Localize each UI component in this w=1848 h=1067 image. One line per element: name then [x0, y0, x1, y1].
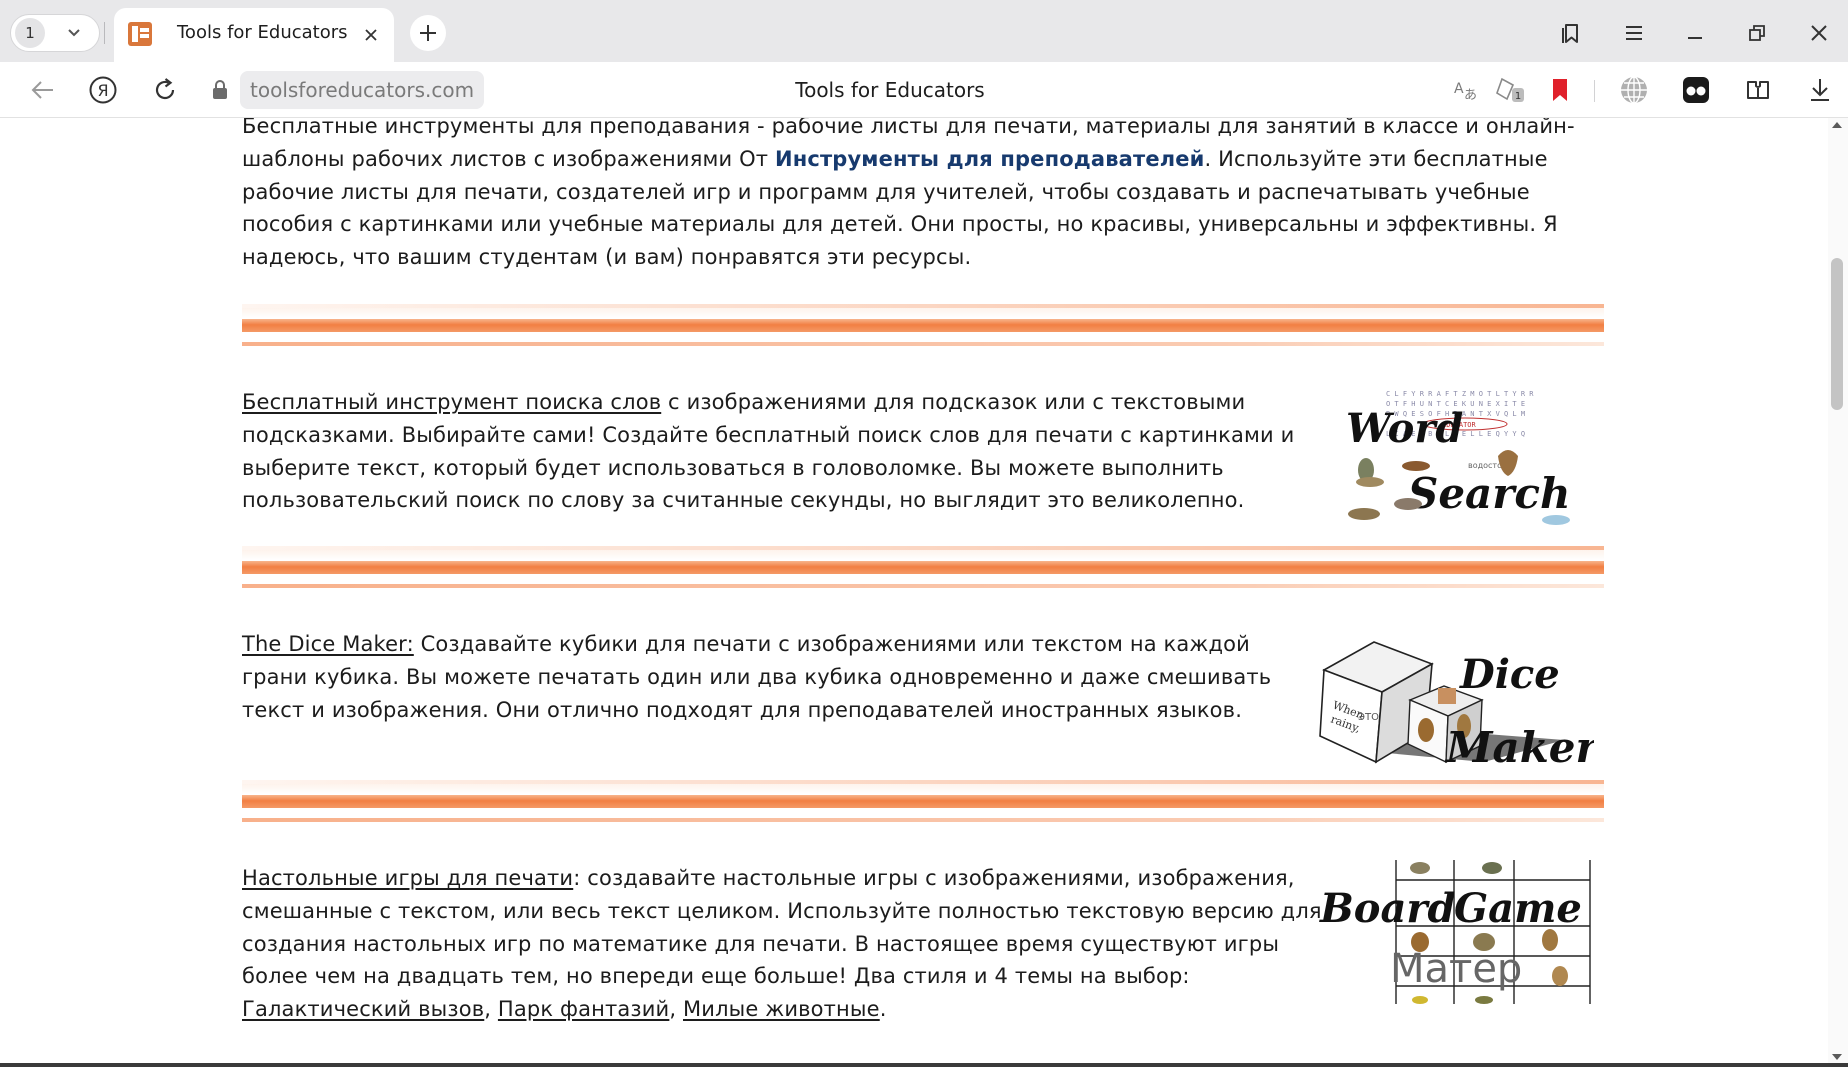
- yandex-logo-icon[interactable]: Я: [84, 71, 122, 109]
- dice-maker-image[interactable]: When rainy, ЭТО Dice Maker: [1314, 630, 1594, 778]
- dice-img-title-dice: Dice: [1459, 651, 1560, 698]
- word-search-img-title-word: Word: [1346, 405, 1463, 452]
- plus-icon[interactable]: [410, 15, 446, 51]
- theme-separator: ,: [484, 997, 498, 1022]
- word-search-paragraph: Бесплатный инструмент поиска слов с изоб…: [242, 386, 1322, 517]
- theme-separator: ,: [669, 997, 683, 1022]
- address-page-title[interactable]: Tools for Educators: [700, 62, 1080, 118]
- tab-title: Tools for Educators: [177, 22, 348, 43]
- globe-icon[interactable]: [1616, 72, 1652, 108]
- alice-icon[interactable]: [1678, 72, 1714, 108]
- board-img-title-game: Game: [1454, 885, 1582, 932]
- section-divider: [242, 304, 1604, 354]
- tab-count-badge[interactable]: 1: [15, 18, 45, 48]
- intro-line-1: Бесплатные инструменты для преподавания …: [242, 118, 1575, 138]
- scrollbar-thumb[interactable]: [1831, 258, 1843, 410]
- close-icon[interactable]: [1802, 16, 1836, 50]
- minimize-icon[interactable]: [1678, 16, 1712, 50]
- window-bottom-edge: [0, 1063, 1848, 1067]
- intro-line-2-start: шаблоны рабочих листов с изображениями О…: [242, 146, 775, 171]
- board-game-paragraph: Настольные игры для печати: создавайте н…: [242, 862, 1322, 1026]
- chevron-down-icon[interactable]: [59, 18, 89, 48]
- tab-counter[interactable]: 1: [10, 14, 100, 52]
- bookmarks-icon[interactable]: [1554, 16, 1588, 50]
- bookmark-icon[interactable]: [1542, 72, 1578, 108]
- intro-paragraph: Бесплатные инструменты для преподавания …: [242, 118, 1602, 274]
- lock-icon[interactable]: [208, 77, 232, 103]
- word-search-link[interactable]: Бесплатный инструмент поиска слов: [242, 390, 661, 414]
- dice-maker-paragraph: The Dice Maker: Создавайте кубики для пе…: [242, 628, 1322, 726]
- board-img-word-mater: Матер: [1390, 946, 1522, 992]
- scroll-down-arrow-icon[interactable]: [1832, 1054, 1842, 1060]
- hamburger-menu-icon[interactable]: [1617, 16, 1651, 50]
- intro-rest: рабочие листы для печати, создателей игр…: [242, 179, 1558, 270]
- extensions-icon[interactable]: [1740, 72, 1776, 108]
- svg-text:1: 1: [1515, 91, 1521, 102]
- intro-line-2-end: . Используйте эти бесплатные: [1204, 146, 1548, 171]
- svg-text:A: A: [1454, 81, 1464, 97]
- tab-separator: [104, 22, 105, 44]
- url-field[interactable]: toolsforeducators.com: [240, 71, 485, 109]
- section-divider: [242, 780, 1604, 830]
- section-divider: [242, 546, 1604, 596]
- translate-icon[interactable]: Aあ: [1448, 72, 1484, 108]
- word-search-image[interactable]: C L F Y R R A F T Z M O T L T Y R R O T …: [1338, 386, 1590, 532]
- svg-text:あ: あ: [1464, 88, 1477, 102]
- board-img-title-board: Board: [1319, 885, 1455, 932]
- tab-tools-for-educators[interactable]: Tools for Educators: [114, 8, 394, 62]
- toolbar-separator: [1594, 80, 1595, 102]
- page-content: Бесплатные инструменты для преподавания …: [8, 118, 1828, 1064]
- theme-link-fantasy-park[interactable]: Парк фантазий: [498, 997, 669, 1021]
- page-scrollbar[interactable]: [1828, 118, 1848, 1064]
- address-bar: Я toolsforeducators.com Tools for Educat…: [0, 62, 1848, 118]
- dice-maker-link[interactable]: The Dice Maker:: [242, 632, 414, 656]
- board-game-image[interactable]: Board Game Матер: [1314, 858, 1594, 1008]
- dice-img-title-maker: Maker: [1444, 723, 1594, 772]
- theme-link-cute-animals[interactable]: Милые животные: [683, 997, 880, 1021]
- theme-link-galactic[interactable]: Галактический вызов: [242, 997, 484, 1021]
- svg-text:C L F Y R R A F T Z M O T L T: C L F Y R R A F T Z M O T L T Y R R: [1386, 390, 1534, 398]
- close-icon[interactable]: [357, 21, 385, 49]
- tools-for-educators-link[interactable]: Инструменты для преподавателей: [775, 147, 1205, 171]
- word-search-img-title-search: Search: [1408, 469, 1571, 518]
- site-favicon-icon: [128, 22, 152, 46]
- tab-bar: 1 Tools for Educators: [0, 0, 1848, 62]
- scroll-up-arrow-icon[interactable]: [1832, 122, 1842, 128]
- restore-icon[interactable]: [1740, 16, 1774, 50]
- svg-text:Я: Я: [97, 81, 108, 100]
- board-games-link[interactable]: Настольные игры для печати: [242, 866, 573, 890]
- protect-icon[interactable]: 1: [1492, 72, 1528, 108]
- reload-icon[interactable]: [146, 71, 184, 109]
- board-game-end: .: [879, 997, 887, 1022]
- dice-img-word-eto: ЭТО: [1358, 712, 1379, 723]
- arrow-left-icon[interactable]: [24, 71, 62, 109]
- download-icon[interactable]: [1802, 72, 1838, 108]
